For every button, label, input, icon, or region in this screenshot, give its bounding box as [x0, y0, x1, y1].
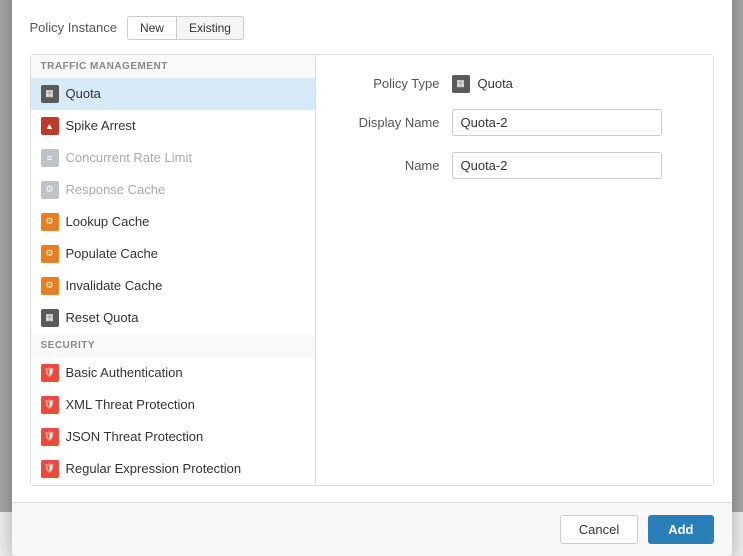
xml-threat-icon: 🛡 — [41, 396, 59, 414]
response-cache-icon: ⚙ — [41, 181, 59, 199]
modal-body: Policy Instance New Existing TRAFFIC MAN… — [12, 0, 732, 502]
list-item-regex-protect[interactable]: 🛡 Regular Expression Protection — [31, 453, 315, 485]
name-row: Name — [340, 152, 689, 179]
cancel-button[interactable]: Cancel — [560, 515, 638, 544]
list-item-spike-arrest[interactable]: ▲ Spike Arrest — [31, 110, 315, 142]
list-item-xml-threat[interactable]: 🛡 XML Threat Protection — [31, 389, 315, 421]
json-threat-label: JSON Threat Protection — [66, 429, 204, 444]
display-name-row: Display Name — [340, 109, 689, 136]
concurrent-rate-limit-icon: ≡ — [41, 149, 59, 167]
regex-protect-icon: 🛡 — [41, 460, 59, 478]
reset-quota-icon: ▦ — [41, 309, 59, 327]
existing-toggle-button[interactable]: Existing — [177, 17, 243, 39]
regex-protect-label: Regular Expression Protection — [66, 461, 242, 476]
policy-type-text: Quota — [478, 76, 513, 91]
populate-cache-icon: ⚙ — [41, 245, 59, 263]
modal-footer: Cancel Add — [12, 502, 732, 556]
policy-type-icon: ▦ — [452, 75, 470, 93]
list-item-json-threat[interactable]: 🛡 JSON Threat Protection — [31, 421, 315, 453]
new-toggle-button[interactable]: New — [128, 17, 177, 39]
list-item-populate-cache[interactable]: ⚙ Populate Cache — [31, 238, 315, 270]
list-item-lookup-cache[interactable]: ⚙ Lookup Cache — [31, 206, 315, 238]
section-header-security: SECURITY — [31, 334, 315, 357]
right-panel: Policy Type ▦ Quota Display Name Name — [316, 55, 713, 485]
invalidate-cache-icon: ⚙ — [41, 277, 59, 295]
modal-overlay: Add Step × Policy Instance New Existing … — [0, 0, 743, 512]
list-item-quota[interactable]: ▦ Quota — [31, 78, 315, 110]
quota-icon: ▦ — [41, 85, 59, 103]
policy-instance-toggle-group: New Existing — [127, 16, 244, 40]
list-item-concurrent-rate-limit: ≡ Concurrent Rate Limit — [31, 142, 315, 174]
reset-quota-label: Reset Quota — [66, 310, 139, 325]
list-item-basic-auth[interactable]: 🛡 Basic Authentication — [31, 357, 315, 389]
policy-instance-label: Policy Instance — [30, 20, 117, 35]
spike-arrest-label: Spike Arrest — [66, 118, 136, 133]
policy-type-label: Policy Type — [340, 76, 440, 91]
invalidate-cache-label: Invalidate Cache — [66, 278, 163, 293]
populate-cache-label: Populate Cache — [66, 246, 159, 261]
basic-auth-label: Basic Authentication — [66, 365, 183, 380]
policy-type-row: Policy Type ▦ Quota — [340, 75, 689, 93]
list-item-response-cache: ⚙ Response Cache — [31, 174, 315, 206]
section-header-traffic: TRAFFIC MANAGEMENT — [31, 55, 315, 78]
response-cache-label: Response Cache — [66, 182, 166, 197]
quota-label: Quota — [66, 86, 101, 101]
name-label: Name — [340, 158, 440, 173]
list-item-invalidate-cache[interactable]: ⚙ Invalidate Cache — [31, 270, 315, 302]
json-threat-icon: 🛡 — [41, 428, 59, 446]
policy-instance-row: Policy Instance New Existing — [30, 16, 714, 40]
list-item-reset-quota[interactable]: ▦ Reset Quota — [31, 302, 315, 334]
spike-arrest-icon: ▲ — [41, 117, 59, 135]
display-name-label: Display Name — [340, 115, 440, 130]
left-panel: TRAFFIC MANAGEMENT ▦ Quota ▲ Spike Arres… — [31, 55, 316, 485]
xml-threat-label: XML Threat Protection — [66, 397, 195, 412]
concurrent-rate-limit-label: Concurrent Rate Limit — [66, 150, 192, 165]
name-input[interactable] — [452, 152, 662, 179]
policy-type-value: ▦ Quota — [452, 75, 513, 93]
modal-dialog: Add Step × Policy Instance New Existing … — [12, 0, 732, 556]
lookup-cache-icon: ⚙ — [41, 213, 59, 231]
content-area: TRAFFIC MANAGEMENT ▦ Quota ▲ Spike Arres… — [30, 54, 714, 486]
add-button[interactable]: Add — [648, 515, 713, 544]
display-name-input[interactable] — [452, 109, 662, 136]
basic-auth-icon: 🛡 — [41, 364, 59, 382]
lookup-cache-label: Lookup Cache — [66, 214, 150, 229]
